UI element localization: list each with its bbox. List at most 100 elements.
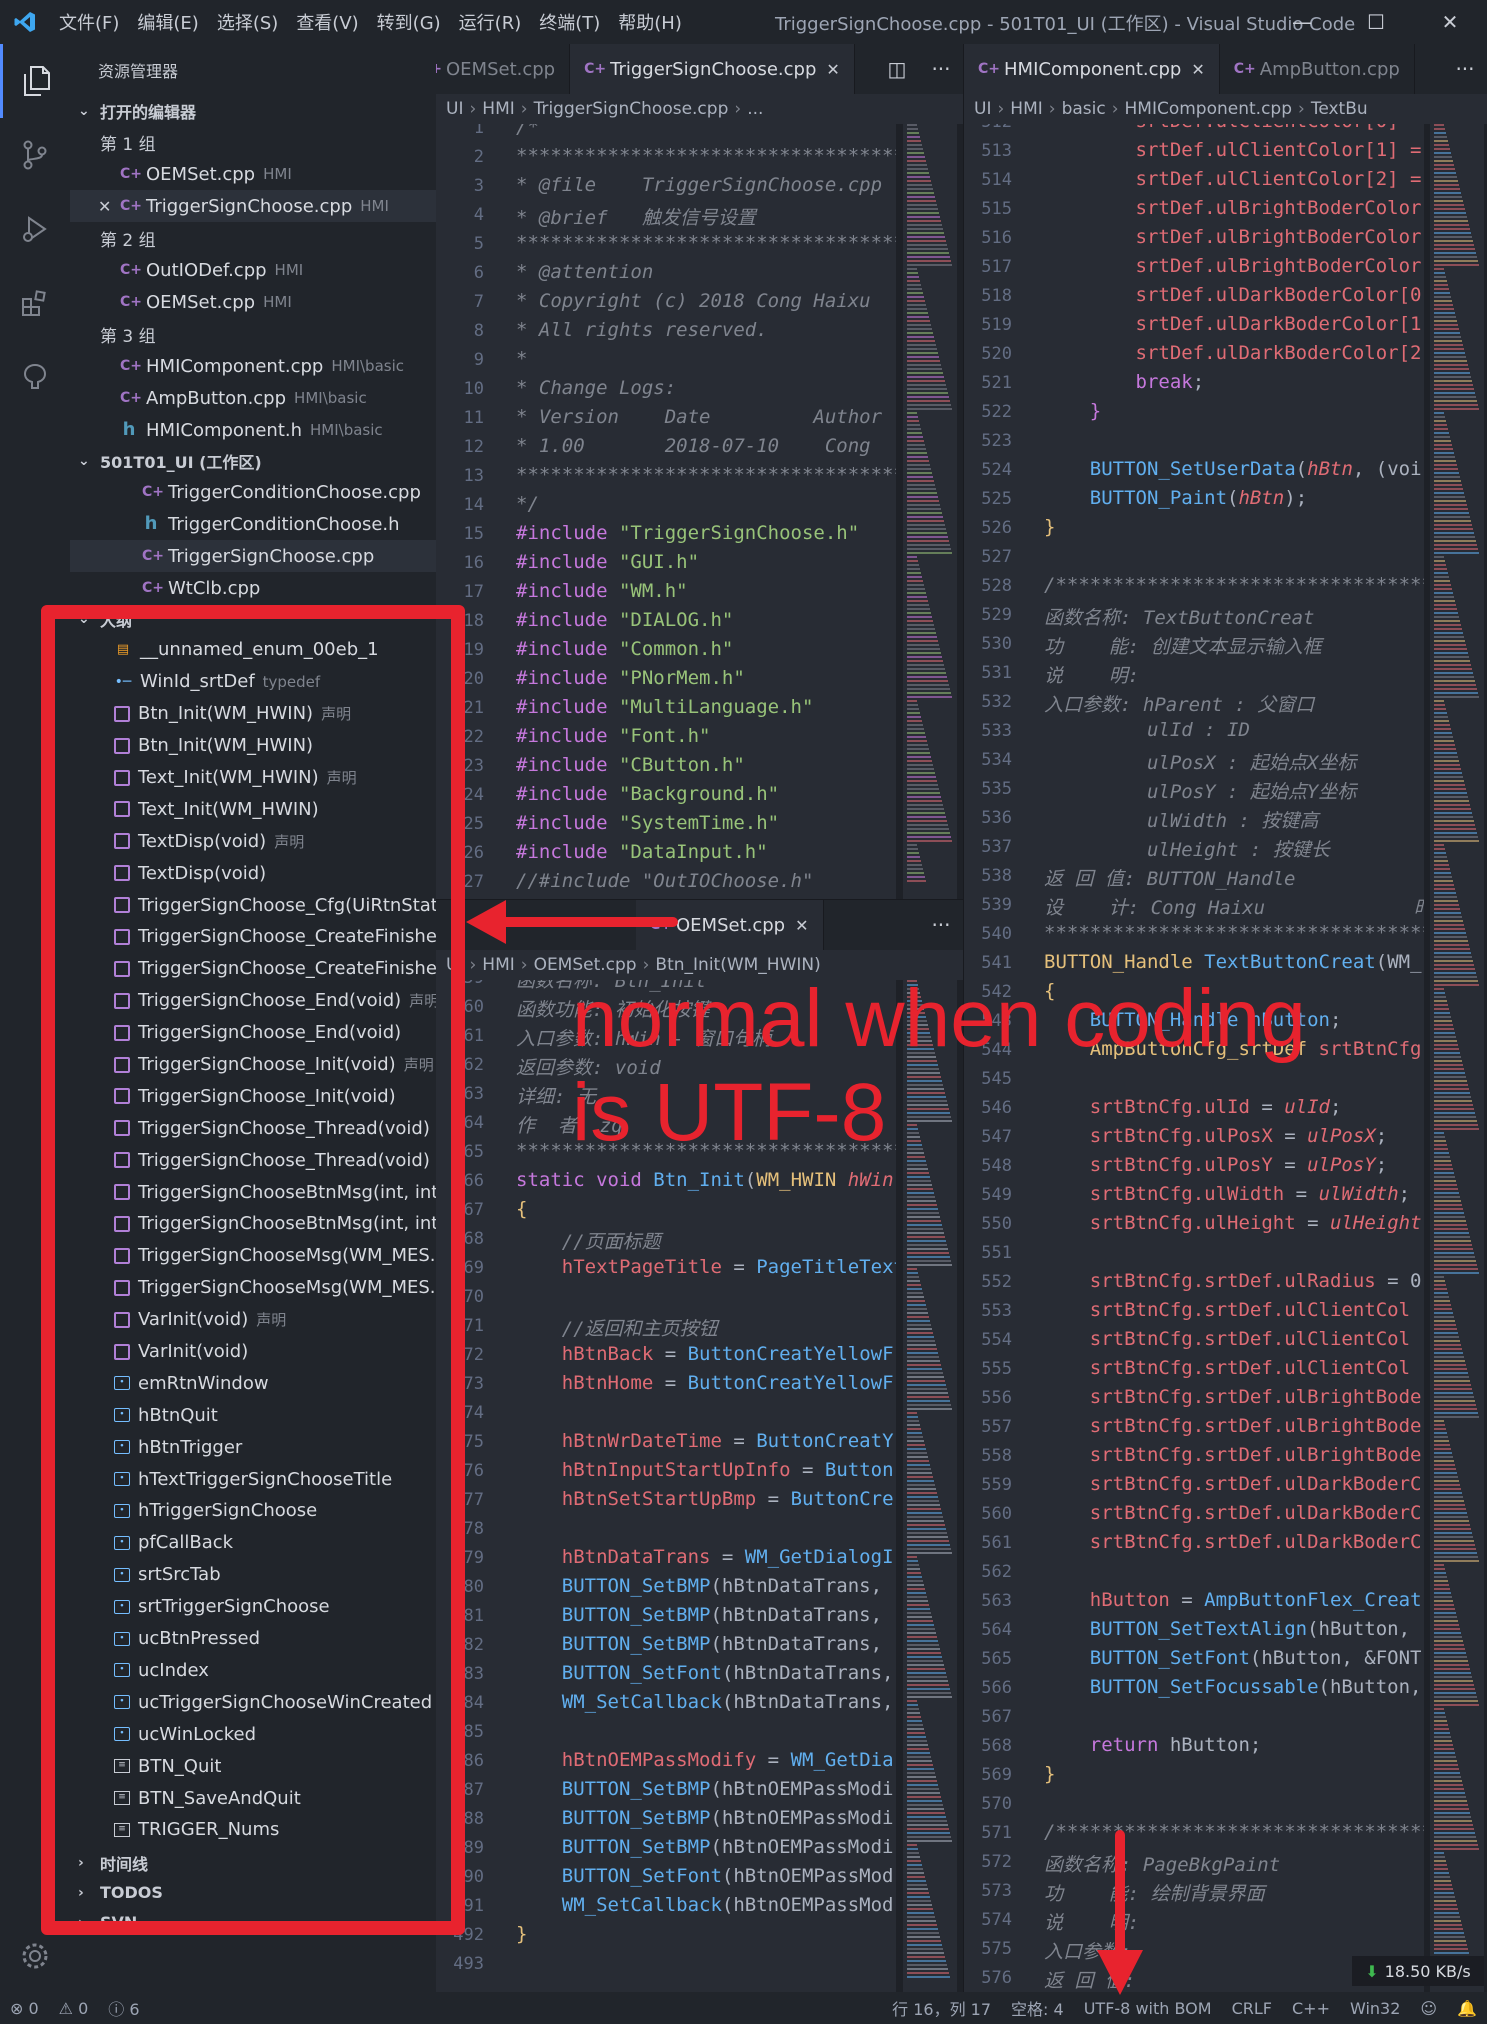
close-icon[interactable]: ✕ [1191,60,1204,79]
line-ending[interactable]: CRLF [1222,1999,1282,2018]
indentation[interactable]: 空格: 4 [1001,1996,1074,2020]
breadcrumb-item[interactable]: HMIComponent.cpp [1125,99,1293,119]
minimap-line [907,1560,918,1562]
workspace-file-item[interactable]: C+ WtClb.cpp [70,572,436,604]
minimap-line [907,1324,931,1326]
editor-tab[interactable]: C+ AmpButton.cpp [1220,44,1415,94]
workspace-file-item[interactable]: h TriggerConditionChoose.h [70,508,436,540]
breadcrumb-item[interactable]: HMI [482,99,514,119]
open-editor-item[interactable]: ✕ C+ TriggerSignChoose.cpp HMI [70,190,436,222]
workspace-section[interactable]: ⌄ 501T01_UI (工作区) [70,446,436,476]
minimap-line [1434,1304,1451,1306]
maximize-icon[interactable]: ☐ [1339,0,1413,44]
editor-tab[interactable]: C+ HMIComponent.cpp ✕ [964,44,1220,94]
editor-tab[interactable]: C+ TriggerSignChoose.cpp ✕ [570,44,855,94]
cursor-position[interactable]: 行 16，列 17 [882,1996,1001,2020]
breadcrumb-item[interactable]: basic [1062,99,1106,119]
source-control-icon[interactable] [0,118,70,192]
open-editor-item[interactable]: C+ OEMSet.cpp HMI [70,286,436,318]
minimap-line [1434,460,1456,462]
breadcrumb-item[interactable]: TextBu [1311,99,1368,119]
minimap-line [907,1816,946,1818]
minimap-line [1434,1020,1452,1022]
code-token: 功 能: 创建文本显示输入框 [1044,636,1322,658]
minimap-line [1434,1396,1474,1398]
minimap-line [1434,580,1450,582]
close-icon[interactable]: ✕ [795,916,808,935]
more-actions-icon[interactable]: ··· [919,44,963,94]
minimap-line [1434,304,1453,306]
problems-errors[interactable]: ⊗ 0 [0,1999,49,2018]
minimap-line [1434,1400,1475,1402]
breadcrumb-item[interactable]: ... [747,99,763,119]
remote-tree-icon[interactable] [0,340,70,414]
minimap-line [1434,1356,1464,1358]
more-actions-icon[interactable]: ··· [1443,44,1487,94]
menu-item[interactable]: 文件(F) [50,9,128,35]
chevron-right-icon: › [997,99,1005,119]
code-line: srtDef.ulClientColor[1] = [1044,139,1422,161]
menu-item[interactable]: 运行(R) [450,9,531,35]
extensions-icon[interactable] [0,266,70,340]
minimap-line [1434,1864,1447,1866]
breadcrumb-item[interactable]: HMI [482,955,514,975]
breadcrumb-item[interactable]: UI [974,99,991,119]
more-actions-icon[interactable]: ··· [919,900,963,950]
close-icon[interactable]: ✕ [826,60,839,79]
minimap-line [1434,1084,1468,1086]
minimap-line [907,1512,942,1514]
line-number: 493 [453,1954,484,1974]
editor-tab[interactable]: C+OEMSet.cpp [436,44,571,94]
minimap-line [1434,1784,1463,1786]
file-encoding[interactable]: UTF-8 with BOM [1074,1999,1222,2018]
minimap-line [907,1680,948,1682]
open-editor-item[interactable]: C+ AmpButton.cpp HMI\basic [70,382,436,414]
open-editor-item[interactable]: C+ HMIComponent.cpp HMI\basic [70,350,436,382]
editor1-code[interactable]: 1/*2************************************… [436,124,896,900]
menu-item[interactable]: 终端(T) [530,9,609,35]
minimap-line [1434,1388,1472,1390]
explorer-icon[interactable] [0,44,70,118]
minimap-line [907,1864,922,1866]
editor2-minimap[interactable] [1430,124,1484,1992]
problems-info[interactable]: ⓘ 6 [98,1996,149,2020]
language-mode[interactable]: C++ [1282,1999,1340,2018]
code-line: * All rights reserved. [516,319,768,341]
close-icon[interactable]: ✕ [98,197,111,216]
notifications-icon[interactable]: 🔔 [1447,1999,1487,2018]
minimap-line [907,244,947,246]
breadcrumb-item[interactable]: TriggerSignChoose.cpp [534,99,729,119]
code-line: srtBtnCfg.srtDef.ulRadius = 0 [1044,1270,1422,1292]
minimap-line [907,1572,921,1574]
menu-item[interactable]: 编辑(E) [128,9,207,35]
feedback-icon[interactable]: ☺ [1410,1999,1447,2018]
line-number: 531 [981,663,1012,683]
open-editor-item[interactable]: C+ OEMSet.cpp HMI [70,158,436,190]
open-editor-item[interactable]: h HMIComponent.h HMI\basic [70,414,436,446]
open-editors-section[interactable]: ⌄ 打开的编辑器 [70,96,436,126]
split-editor-icon[interactable]: ◫ [875,44,919,94]
minimap-line [907,140,921,142]
workspace-file-item[interactable]: C+ TriggerConditionChoose.cpp [70,476,436,508]
platform-config[interactable]: Win32 [1340,1999,1410,2018]
minimap-line [907,556,917,558]
editor1-minimap[interactable] [903,124,957,900]
menu-item[interactable]: 查看(V) [287,9,367,35]
minimap-line [907,1664,944,1666]
close-icon[interactable]: ✕ [1413,0,1487,44]
code-token: "PNorMem.h" [618,667,745,689]
breadcrumb-item[interactable]: HMI [1010,99,1042,119]
breadcrumb-item[interactable]: UI [446,99,463,119]
open-editor-item[interactable]: C+ OutIODef.cpp HMI [70,254,436,286]
menu-item[interactable]: 选择(S) [208,9,287,35]
minimize-icon[interactable]: — [1265,0,1339,44]
minimap-line [1434,1172,1454,1174]
minimap-line [907,268,917,270]
menu-item[interactable]: 帮助(H) [609,9,691,35]
minimap-line [907,1544,950,1546]
minimap-line [907,768,934,770]
menu-item[interactable]: 转到(G) [368,9,450,35]
run-debug-icon[interactable] [0,192,70,266]
problems-warnings[interactable]: ⚠ 0 [49,1999,99,2018]
workspace-file-item[interactable]: C+ TriggerSignChoose.cpp [70,540,436,572]
